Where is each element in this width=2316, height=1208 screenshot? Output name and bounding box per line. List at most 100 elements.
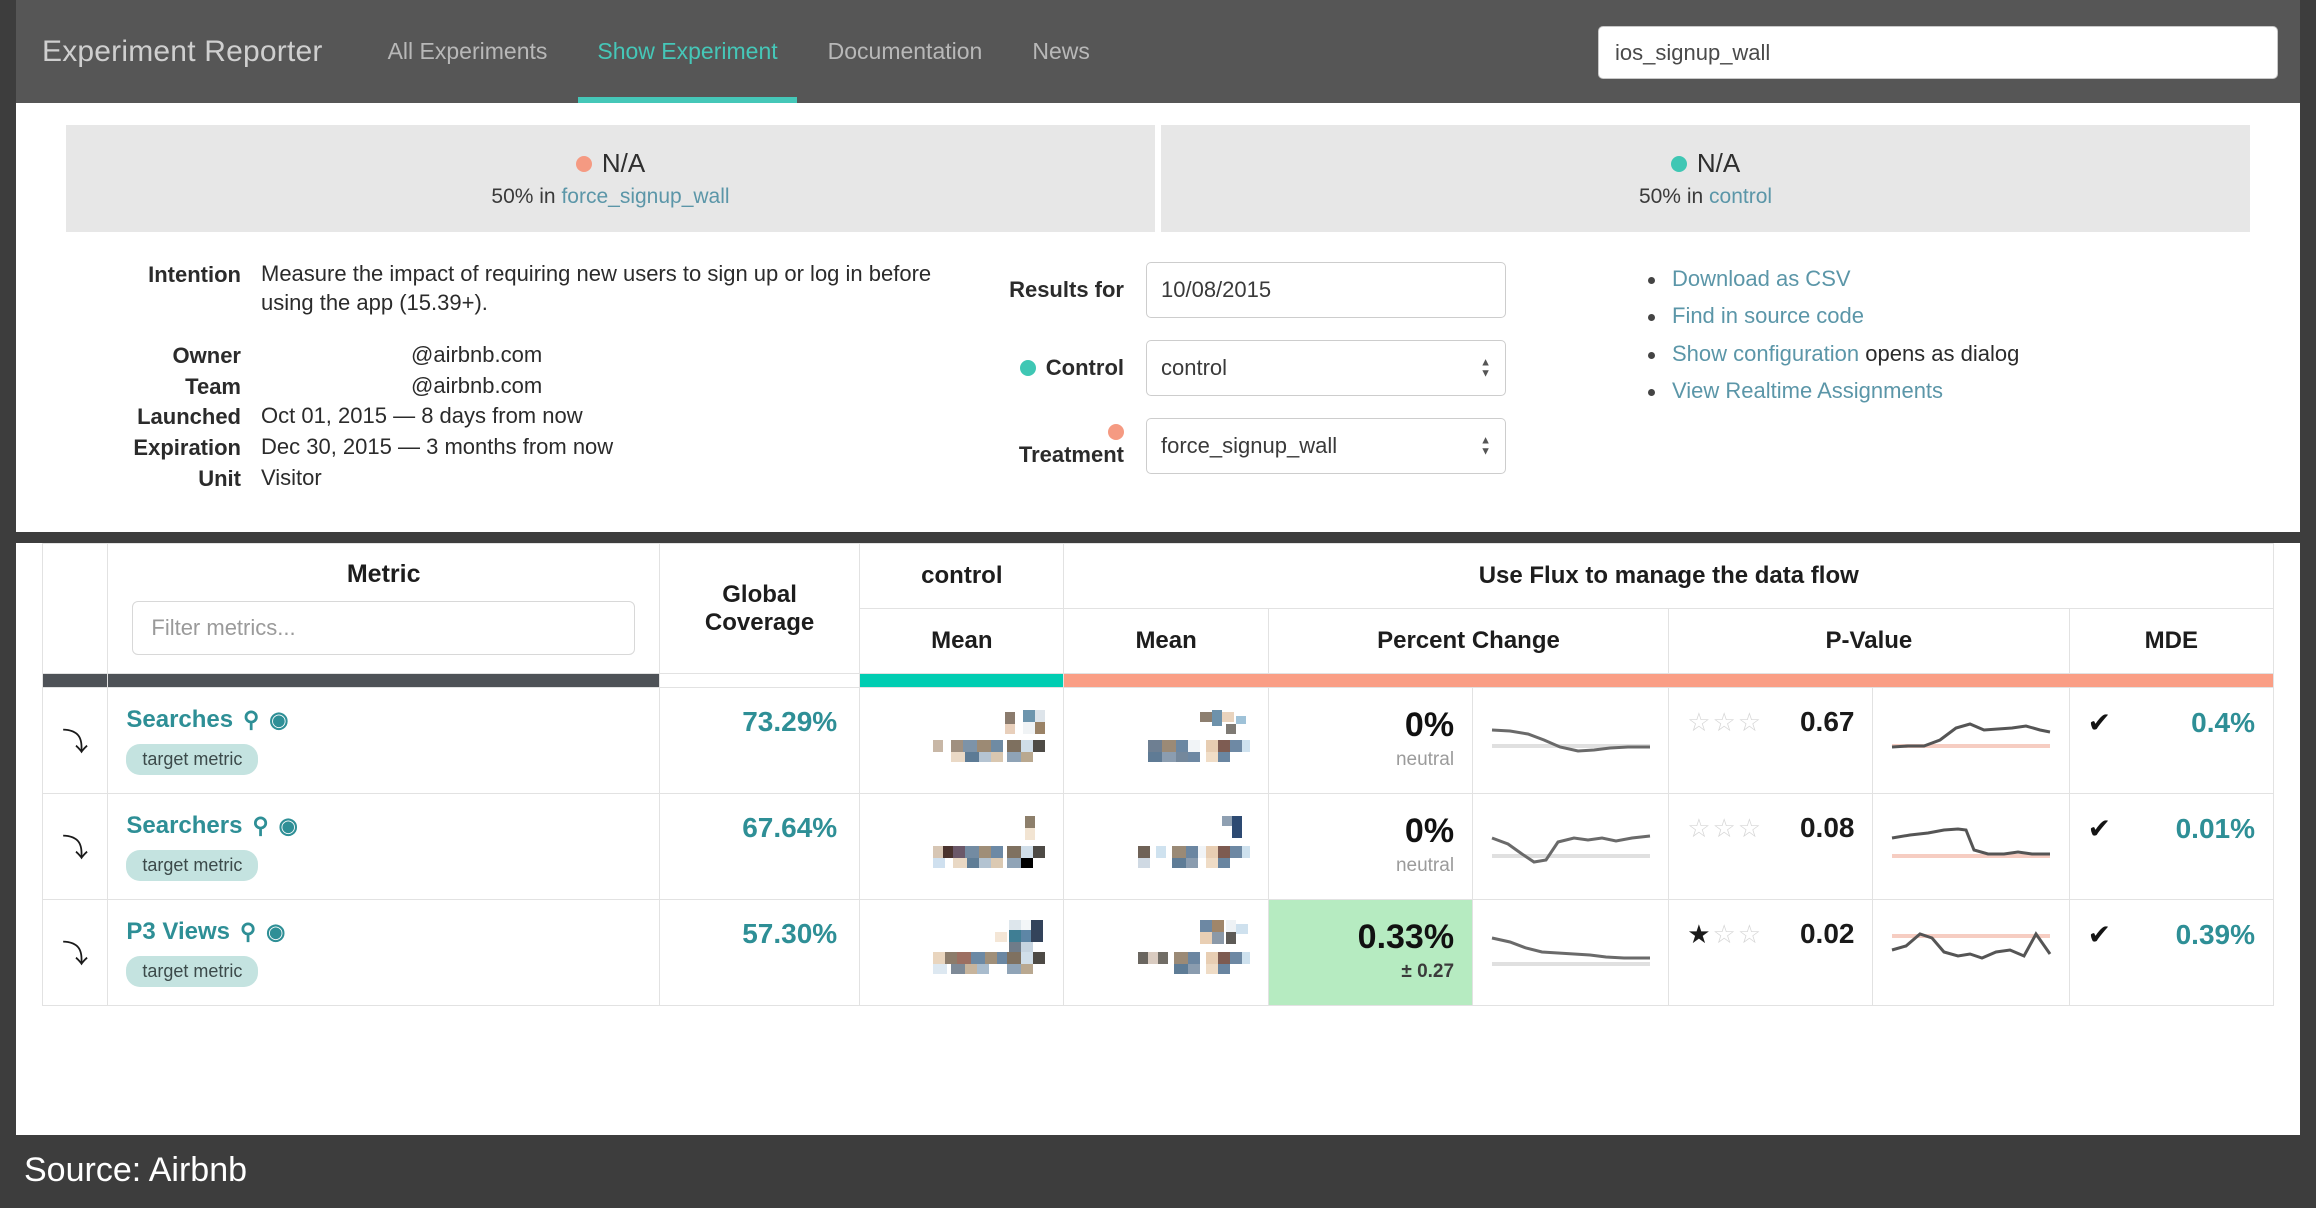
metadata-value-owner: @airbnb.com: [261, 341, 946, 370]
metric-search-icon[interactable]: ⚲: [240, 919, 256, 945]
select-stepper-icon[interactable]: ▲ ▼: [1480, 435, 1491, 457]
treatment-dot-salmon-icon: [1108, 424, 1124, 440]
metric-globe-icon[interactable]: ◉: [266, 919, 285, 945]
nav-item-documentation[interactable]: Documentation: [803, 0, 1008, 103]
metric-search-icon[interactable]: ⚲: [243, 707, 259, 733]
experiment-detail-panel: Intention Measure the impact of requirin…: [16, 232, 2300, 532]
check-icon: ✔: [2087, 707, 2112, 738]
control-dot-teal-icon: [1019, 360, 1036, 376]
variant-name-link[interactable]: force_signup_wall: [561, 185, 729, 208]
results-date-field[interactable]: 10/08/2015: [1146, 262, 1506, 318]
check-icon: ✔: [2087, 813, 2112, 844]
metric-name-wrap: P3 Views ⚲ ◉: [126, 918, 641, 946]
list-item: View Realtime Assignments: [1646, 378, 2250, 404]
app-window: Experiment Reporter All Experiments Show…: [16, 0, 2300, 1135]
metric-search-icon[interactable]: ⚲: [252, 813, 268, 839]
table-group-header-row: Metric Global Coverage control Use Flux …: [41, 543, 2274, 674]
form-row-treatment: Treatment force_signup_wall ▲ ▼: [946, 418, 1626, 474]
metadata-value: Oct 01, 2015 — 8 days from now: [261, 403, 583, 429]
panel-divider: [16, 532, 2300, 543]
treatment-select-value: force_signup_wall: [1161, 433, 1338, 458]
table-row: ⤵ Searches ⚲ ◉ target metric 73.29% 0% n…: [41, 687, 2275, 794]
metrics-table-wrap: Metric Global Coverage control Use Flux …: [16, 543, 2300, 1006]
percent-change-sparkline: [1472, 899, 1670, 1006]
action-links-list: Download as CSV Find in source code Show…: [1646, 266, 2250, 405]
show-configuration-link[interactable]: Show configuration: [1672, 341, 1859, 366]
control-select-value: control: [1161, 355, 1228, 380]
accent-stripe-dark: [107, 673, 660, 688]
expand-row-chevron-down-icon[interactable]: ⤵: [41, 899, 109, 1006]
control-group-header: control: [859, 543, 1065, 609]
control-mean-header[interactable]: Mean: [859, 608, 1065, 674]
expand-row-chevron-down-icon[interactable]: ⤵: [41, 793, 109, 900]
find-in-source-link[interactable]: Find in source code: [1672, 303, 1864, 328]
metric-name-link[interactable]: Searches: [126, 706, 233, 734]
check-icon: ✔: [2087, 919, 2112, 950]
screenshot-root: Experiment Reporter All Experiments Show…: [0, 0, 2316, 1208]
mde-inner: ✔ 0.39%: [2088, 918, 2255, 951]
form-row-control: Control control ▲ ▼: [946, 340, 1626, 396]
mde-cell: ✔ 0.39%: [2068, 899, 2275, 1006]
metadata-label: Owner: [172, 343, 241, 369]
percent-change-cell: 0.33% ± 0.27: [1267, 899, 1474, 1006]
variant-status-treatment: N/A: [575, 148, 645, 179]
sparkline-chart: [1891, 931, 2052, 960]
metadata-row-expiration: Expiration Dec 30, 2015 — 3 months from …: [76, 433, 946, 462]
percent-change-qualifier: neutral: [1395, 855, 1455, 876]
metric-name-link[interactable]: P3 Views: [126, 918, 230, 946]
control-mean-cell: [859, 793, 1065, 900]
treatment-mean-header[interactable]: Mean: [1063, 608, 1269, 674]
filter-metrics-input[interactable]: [132, 601, 635, 655]
experiment-search-input[interactable]: [1598, 26, 2278, 79]
team-domain: @airbnb.com: [411, 372, 543, 398]
variant-summary-control: N/A 50% in control: [1161, 125, 2250, 232]
flux-group-header: Use Flux to manage the data flow: [1063, 543, 2274, 609]
owner-domain: @airbnb.com: [411, 342, 543, 368]
global-coverage-cell: 57.30%: [658, 899, 861, 1006]
p-value-number: 0.67: [1799, 706, 1855, 737]
metric-cell: P3 Views ⚲ ◉ target metric: [107, 899, 660, 1006]
variant-name-link[interactable]: control: [1709, 185, 1772, 208]
download-csv-link[interactable]: Download as CSV: [1672, 266, 1851, 291]
accent-stripe-salmon: [1063, 673, 2274, 688]
p-value-sparkline: [1872, 899, 2070, 1006]
metric-globe-icon[interactable]: ◉: [269, 707, 288, 733]
app-brand: Experiment Reporter: [42, 34, 323, 68]
significance-stars-icon: ☆☆☆: [1687, 706, 1764, 737]
p-value-cell: ☆☆☆ 0.67: [1668, 687, 1874, 794]
redacted-mean-value: [933, 920, 1046, 974]
metric-name-link[interactable]: Searchers: [126, 812, 242, 840]
status-dot-salmon-icon: [575, 155, 592, 172]
sparkline-chart: [1891, 722, 2051, 749]
metrics-table: Metric Global Coverage control Use Flux …: [41, 543, 2275, 1006]
p-value-header[interactable]: P-Value: [1668, 608, 2070, 674]
metric-name-wrap: Searches ⚲ ◉: [126, 706, 641, 734]
redacted-mean-value: [1137, 920, 1250, 974]
variant-summary-treatment: N/A 50% in force_signup_wall: [66, 125, 1155, 232]
mde-header[interactable]: MDE: [2068, 608, 2275, 674]
nav-item-news[interactable]: News: [1007, 0, 1115, 103]
p-value-number: 0.08: [1799, 812, 1855, 843]
nav-item-show-experiment[interactable]: Show Experiment: [572, 0, 802, 103]
expand-row-chevron-down-icon[interactable]: ⤵: [41, 687, 109, 794]
nav-item-all-experiments[interactable]: All Experiments: [363, 0, 573, 103]
results-for-label: Results for: [1009, 277, 1124, 302]
p-value-cell: ☆☆☆ 0.08: [1668, 793, 1874, 900]
expand-column-header: [41, 543, 109, 674]
metric-globe-icon[interactable]: ◉: [279, 813, 298, 839]
results-form: Results for 10/08/2015 Control control ▲…: [946, 260, 1626, 496]
mde-cell: ✔ 0.4%: [2068, 687, 2275, 794]
treatment-select[interactable]: force_signup_wall ▲ ▼: [1146, 418, 1506, 474]
p-value-inner: ☆☆☆ 0.67: [1687, 706, 1854, 738]
view-realtime-assignments-link[interactable]: View Realtime Assignments: [1672, 378, 1943, 403]
results-date-value: 10/08/2015: [1161, 277, 1272, 302]
sparkline-chart: [1491, 936, 1650, 966]
percent-change-header[interactable]: Percent Change: [1267, 608, 1670, 674]
metric-name-wrap: Searchers ⚲ ◉: [126, 812, 641, 840]
control-select[interactable]: control ▲ ▼: [1146, 340, 1506, 396]
action-links-panel: Download as CSV Find in source code Show…: [1626, 260, 2250, 496]
percent-change-value: 0%: [1404, 706, 1455, 744]
select-stepper-icon[interactable]: ▲ ▼: [1480, 357, 1491, 379]
p-value-sparkline: [1872, 687, 2070, 794]
control-label-wrap: Control: [946, 355, 1146, 381]
